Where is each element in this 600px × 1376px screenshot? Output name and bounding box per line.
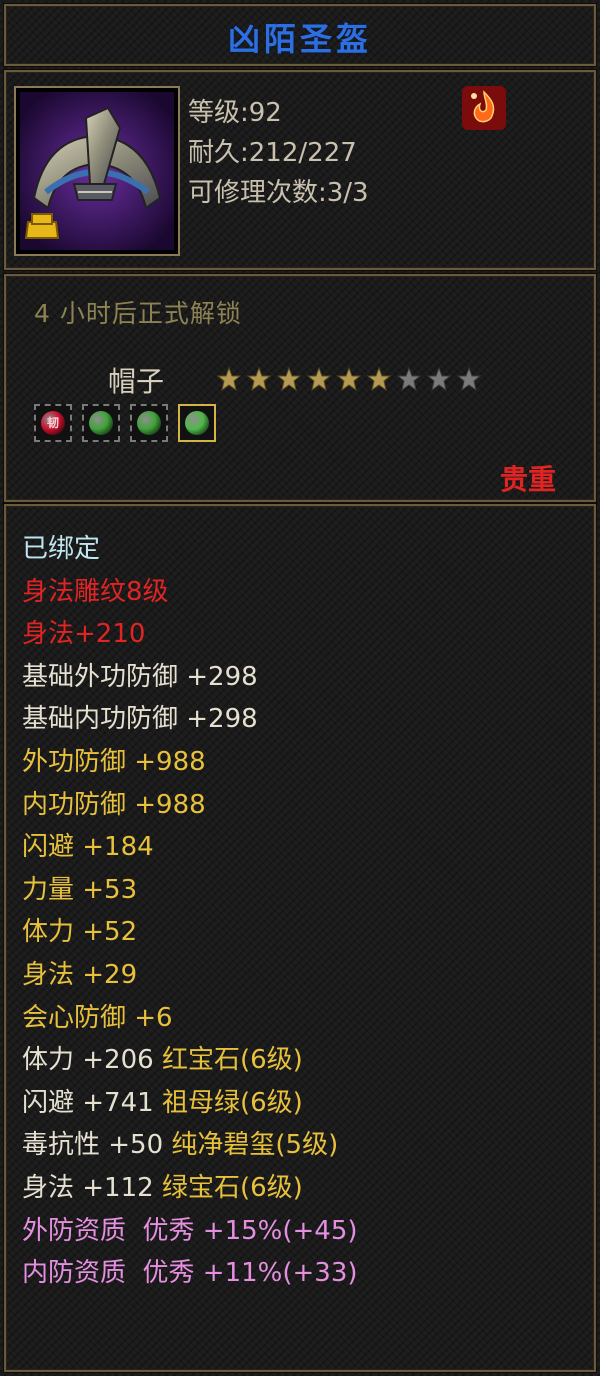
gem-orb [137,411,161,435]
helmet-icon [20,92,174,250]
star-filled-icon [306,366,332,392]
attribute-source-gem: 祖母绿(6级) [153,1087,303,1118]
unlock-notice: 4 小时后正式解锁 [34,299,242,328]
emerald-gem-icon[interactable] [178,404,216,442]
gem-mark: 韧 [46,416,59,430]
attribute-line: 闪避 +184 [22,832,154,863]
item-tooltip: 凶陌圣盔 等级:92 耐久:212/227 可修理次数:3/3 4 小时后正式解… [0,0,600,1376]
attribute-line: 内功防御 +988 [22,789,206,820]
green-gem-icon[interactable] [82,404,120,442]
star-empty-icon [456,366,482,392]
flame-badge-icon [462,86,506,130]
attribute-line: 力量 +53 [22,874,138,905]
star-empty-icon [396,366,422,392]
item-durability: 耐久:212/227 [188,138,357,168]
attribute-line: 毒抗性 +50 纯净碧玺(5级) [22,1124,338,1161]
attribute-source-gem: 绿宝石(6级) [153,1173,303,1203]
attribute-line: 内防资质 优秀 +11%(+33) [22,1258,358,1289]
attribute-line: 身法 +29 [22,960,138,990]
attribute-line: 基础外功防御 +298 [22,661,258,692]
star-filled-icon [216,366,242,392]
attribute-line: 基础内功防御 +298 [22,704,258,735]
attribute-line: 外功防御 +988 [22,747,206,777]
red-gem-icon[interactable]: 韧 [34,404,72,442]
attribute-line: 外防资质 优秀 +15%(+45) [22,1215,358,1246]
star-filled-icon [276,366,302,392]
attribute-line: 闪避 +741 祖母绿(6级) [22,1082,303,1119]
gem-orb [185,411,209,435]
star-filled-icon [366,366,392,392]
attribute-line: 体力 +206 红宝石(6级) [22,1039,303,1076]
attribute-source-gem: 红宝石(6级) [153,1045,303,1076]
attribute-line: 会心防御 +6 [22,1002,173,1033]
item-icon [14,86,180,256]
star-filled-icon [246,366,272,392]
attribute-value: 毒抗性 +50 [22,1130,164,1161]
attribute-line: 身法 +112 绿宝石(6级) [22,1167,303,1204]
star-empty-icon [426,366,452,392]
attribute-source-gem: 纯净碧玺(5级) [163,1130,339,1161]
attribute-line: 身法+210 [22,619,146,650]
equipment-slot: 帽子 [108,365,165,398]
gem-orb [89,411,113,435]
attribute-line: 身法雕纹8级 [22,576,169,607]
item-level: 等级:92 [188,98,282,128]
attribute-value: 体力 +206 [22,1045,154,1076]
star-filled-icon [336,366,362,392]
attribute-line: 已绑定 [22,534,101,564]
attribute-value: 闪避 +741 [22,1087,154,1118]
attribute-line: 体力 +52 [22,917,138,948]
rarity-label: 贵重 [499,463,556,496]
green-gem-icon[interactable] [130,404,168,442]
attribute-value: 身法 +112 [22,1173,154,1203]
item-name: 凶陌圣盔 [227,20,372,58]
item-repair-count: 可修理次数:3/3 [188,178,369,208]
